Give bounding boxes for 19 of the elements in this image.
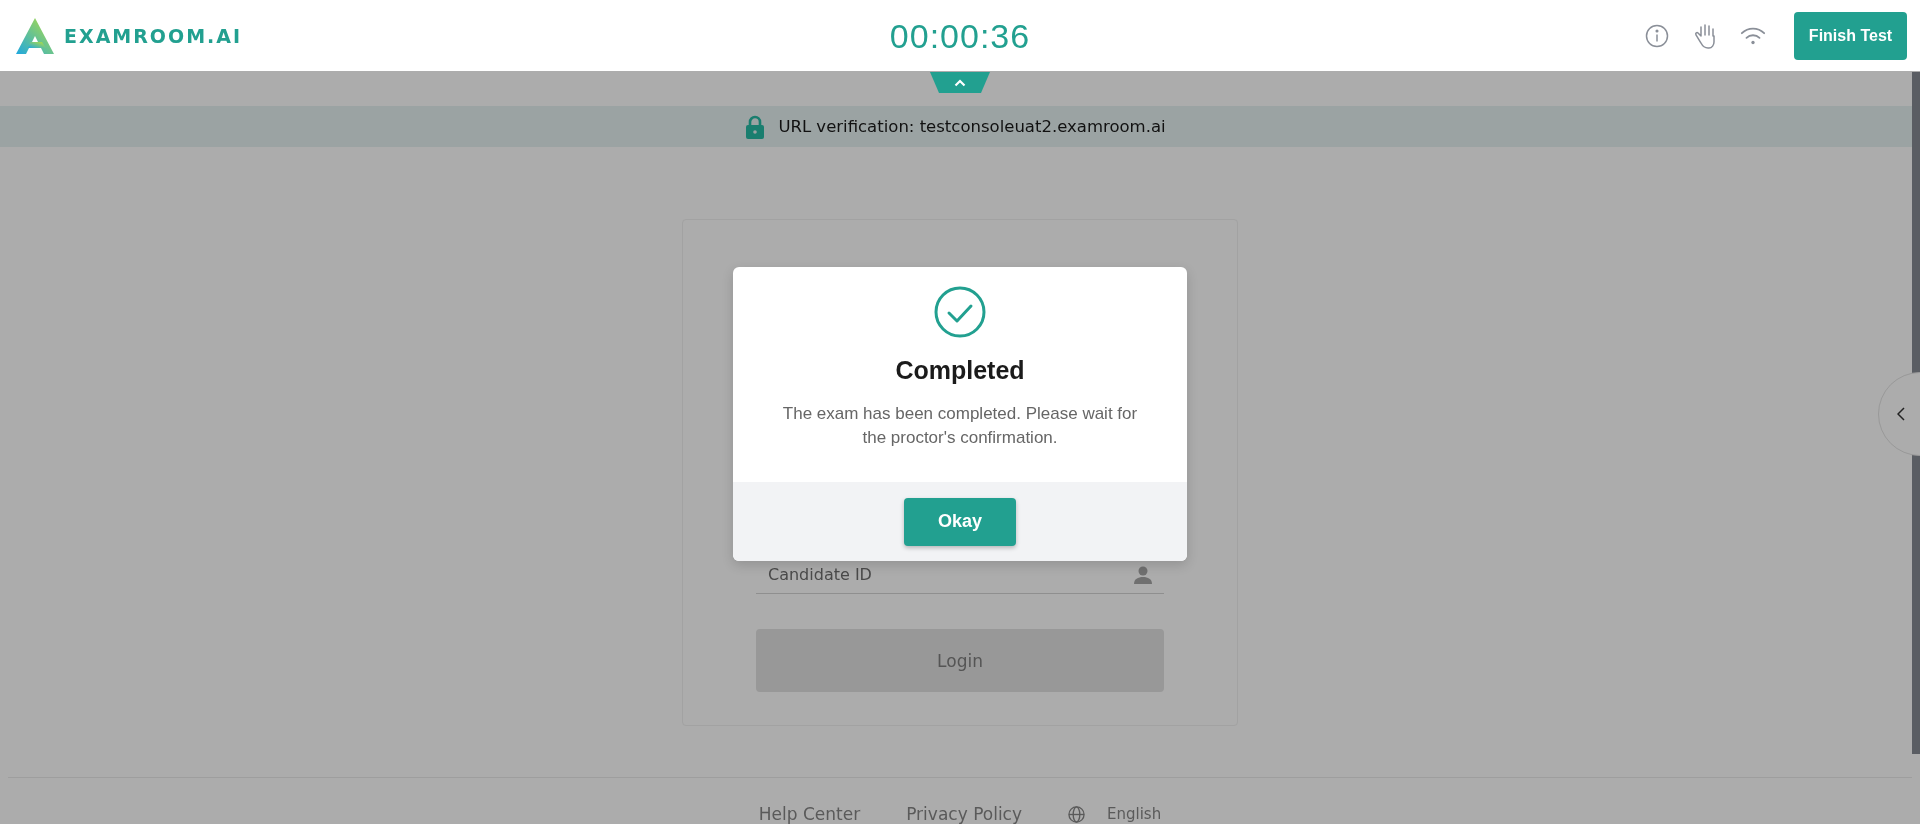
- footer-link[interactable]: Privacy Policy: [906, 804, 1023, 824]
- language-selector[interactable]: English: [1107, 805, 1162, 823]
- lock-icon: [746, 114, 765, 139]
- logo-text: EXAMROOM.AI: [64, 24, 243, 47]
- chevron-up-icon: [954, 78, 966, 87]
- finish-test-button[interactable]: Finish Test: [1794, 11, 1907, 60]
- url-verification-text: URL verification: testconsoleuat2.examroom.ai: [778, 117, 1166, 136]
- chevron-left-icon: [1897, 407, 1905, 421]
- logo-icon: [16, 17, 54, 54]
- globe-icon: [1068, 805, 1086, 823]
- check-circle-icon: [934, 286, 986, 338]
- info-icon[interactable]: [1644, 22, 1670, 49]
- dialog-title: Completed: [895, 356, 1025, 385]
- okay-button[interactable]: Okay: [904, 497, 1016, 546]
- timer: 00:00:36: [889, 16, 1031, 55]
- footer-link[interactable]: Help Center: [758, 804, 861, 824]
- dialog-message: The exam has been completed. Please wait for the proctor's confirmation.: [781, 403, 1139, 449]
- hand-icon[interactable]: [1692, 22, 1718, 49]
- person-icon: [1134, 565, 1152, 584]
